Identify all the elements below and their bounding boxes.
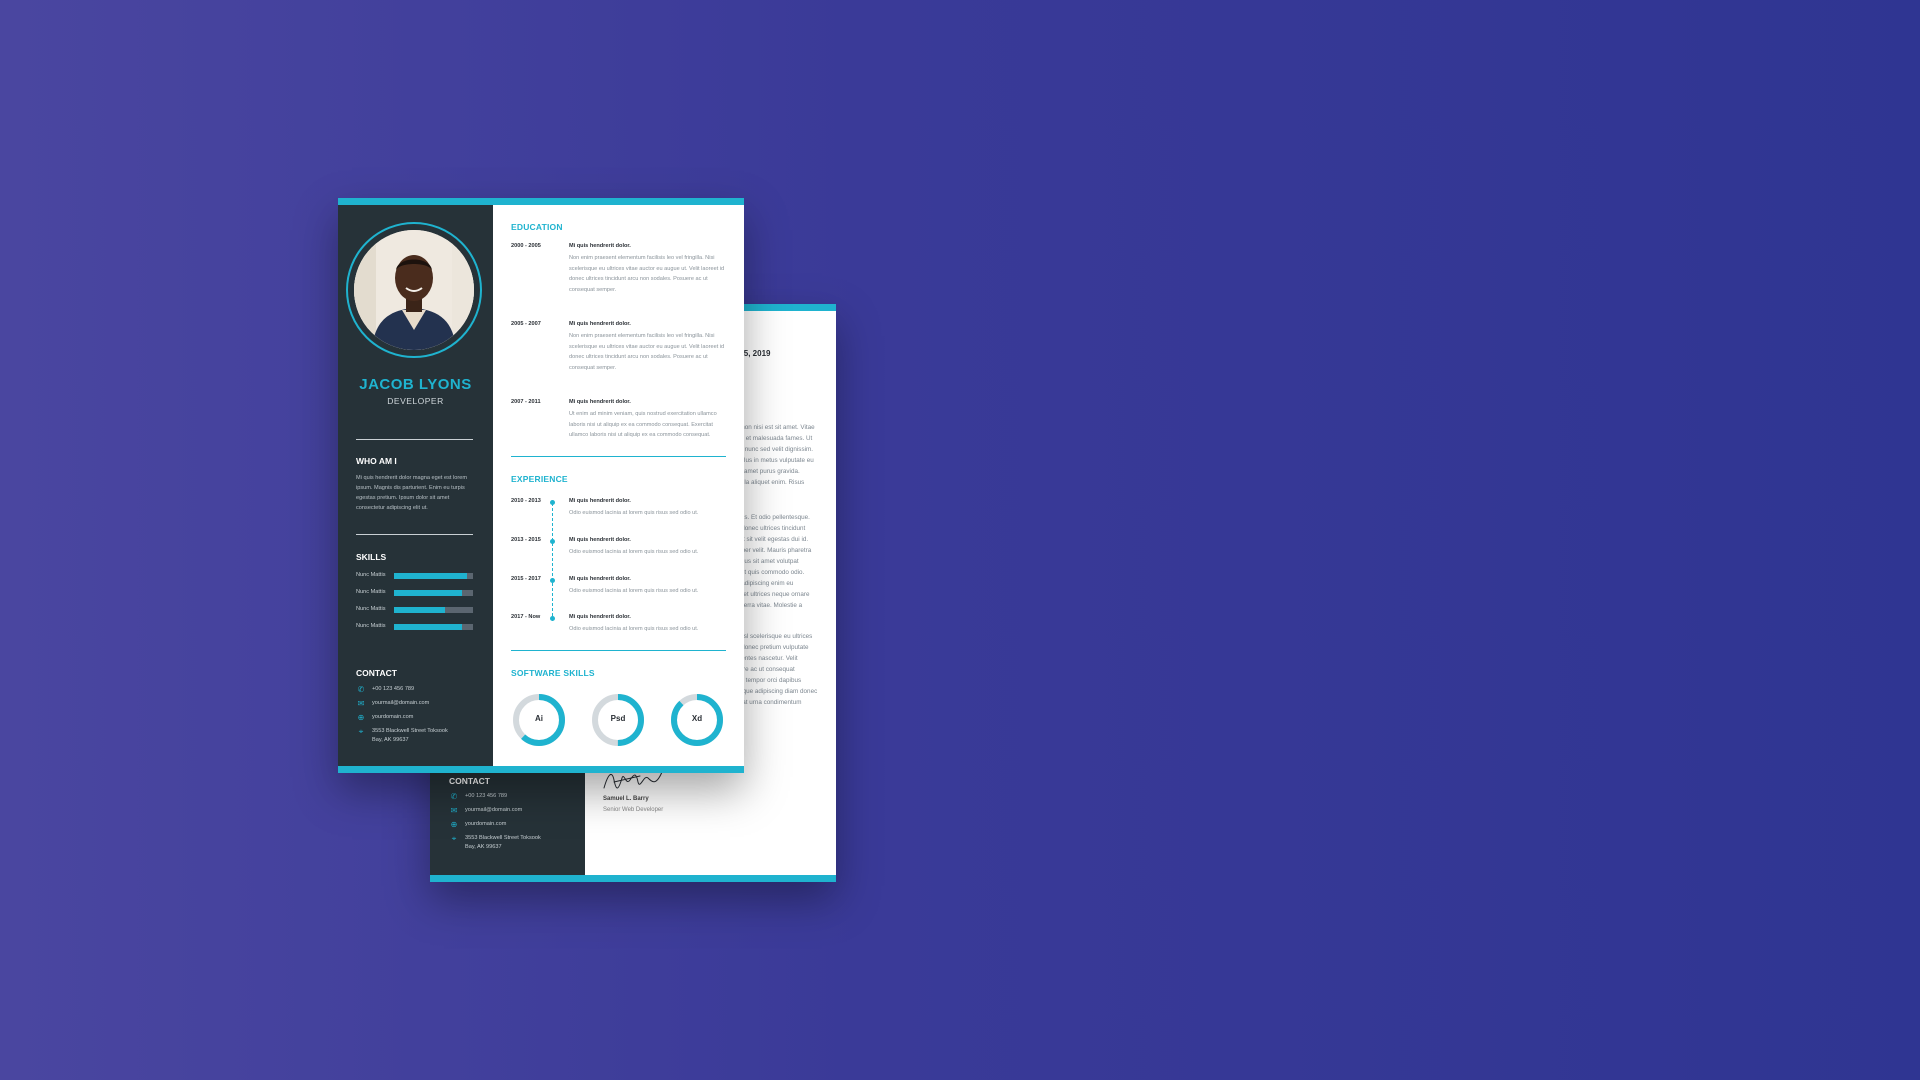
profile-photo	[354, 230, 474, 350]
contact-website-text: yourdomain.com	[372, 714, 414, 720]
cover-contact-website-text: yourdomain.com	[465, 821, 507, 827]
skill-bar-fill	[394, 573, 467, 579]
cover-letter-paragraph-1: .. non nisi est sit amet. Vitae ais et m…	[736, 424, 815, 486]
skill-label: Nunc Mattis	[356, 623, 386, 629]
experience-years: 2015 - 2017	[511, 576, 541, 582]
cover-contact-email: ✉ yourmail@domain.com	[449, 806, 569, 818]
skill-row: Nunc Mattis	[356, 622, 474, 632]
skill-label: Nunc Mattis	[356, 606, 386, 612]
software-skill-label: Ai	[535, 714, 543, 723]
cover-letter-bottom-bar	[430, 875, 836, 882]
software-skills-heading: SOFTWARE SKILLS	[511, 668, 595, 678]
software-skill-label: Psd	[610, 714, 626, 723]
experience-title: Mi quis hendrerit dolor.	[569, 498, 631, 504]
contact-website: ⊕ yourdomain.com	[356, 713, 476, 725]
signature-name: Samuel L. Barry	[603, 796, 649, 802]
education-years: 2007 - 2011	[511, 399, 541, 405]
experience-text: Odio euismod lacinia at lorem quis risus…	[569, 510, 699, 516]
sidebar-divider	[356, 534, 473, 535]
education-heading: EDUCATION	[511, 222, 563, 232]
cover-contact-heading: CONTACT	[449, 776, 490, 786]
mail-icon: ✉	[357, 699, 365, 708]
contact-phone: ✆ +00 123 456 789	[356, 685, 476, 697]
skills-heading: SKILLS	[356, 552, 387, 562]
skill-row: Nunc Mattis	[356, 605, 474, 615]
software-skill-label: Xd	[691, 714, 703, 723]
resume-top-bar	[338, 198, 744, 205]
experience-item: 2010 - 2013 Mi quis hendrerit dolor. Odi…	[511, 498, 727, 522]
software-skill-ring: Xd	[669, 692, 725, 748]
mail-icon: ✉	[450, 806, 458, 815]
experience-title: Mi quis hendrerit dolor.	[569, 537, 631, 543]
cover-letter-paragraph-2: attis. Et odio pellentesque. d donec ult…	[736, 514, 812, 609]
cover-letter-paragraph-3: Nisl scelerisque eu ultrices d donec pre…	[736, 633, 818, 706]
experience-heading: EXPERIENCE	[511, 474, 568, 484]
education-text: Non enim praesent elementum facilisis le…	[569, 333, 725, 371]
contact-email-text: yourmail@domain.com	[372, 700, 430, 706]
experience-title: Mi quis hendrerit dolor.	[569, 614, 631, 620]
skill-bar-track	[394, 590, 473, 596]
software-skill-ring: Ai	[511, 692, 567, 748]
experience-years: 2017 - Now	[511, 614, 541, 620]
section-divider	[511, 456, 726, 457]
person-name: JACOB LYONS	[359, 376, 472, 393]
education-title: Mi quis hendrerit dolor.	[569, 399, 631, 405]
education-item: 2005 - 2007 Mi quis hendrerit dolor. Non…	[511, 321, 727, 381]
skill-label: Nunc Mattis	[356, 589, 386, 595]
contact-address-text: 3553 Blackwell Street Toksook Bay, AK 99…	[372, 728, 448, 743]
experience-text: Odio euismod lacinia at lorem quis risus…	[569, 549, 699, 555]
experience-years: 2010 - 2013	[511, 498, 541, 504]
experience-item: 2017 - Now Mi quis hendrerit dolor. Odio…	[511, 614, 727, 638]
person-role: DEVELOPER	[387, 396, 444, 406]
cover-contact-phone: ✆ +00 123 456 789	[449, 792, 569, 804]
education-title: Mi quis hendrerit dolor.	[569, 243, 631, 249]
education-title: Mi quis hendrerit dolor.	[569, 321, 631, 327]
skill-label: Nunc Mattis	[356, 572, 386, 578]
cover-contact-address-text: 3553 Blackwell Street Toksook Bay, AK 99…	[465, 835, 541, 850]
skill-row: Nunc Mattis	[356, 571, 474, 581]
experience-title: Mi quis hendrerit dolor.	[569, 576, 631, 582]
education-text: Ut enim ad minim veniam, quis nostrud ex…	[569, 411, 717, 438]
contact-address: ⌖ 3553 Blackwell Street Toksook Bay, AK …	[356, 727, 476, 749]
phone-icon: ✆	[450, 792, 458, 801]
education-item: 2007 - 2011 Mi quis hendrerit dolor. Ut …	[511, 399, 727, 449]
sidebar-divider	[356, 439, 473, 440]
skill-bar-fill	[394, 607, 445, 613]
skill-bar-track	[394, 573, 473, 579]
education-years: 2000 - 2005	[511, 243, 541, 249]
globe-icon: ⊕	[450, 820, 458, 829]
experience-text: Odio euismod lacinia at lorem quis risus…	[569, 588, 699, 594]
cover-contact-email-text: yourmail@domain.com	[465, 807, 523, 813]
signature-role: Senior Web Developer	[603, 807, 664, 813]
contact-email: ✉ yourmail@domain.com	[356, 699, 476, 711]
skill-bar-track	[394, 607, 473, 613]
experience-years: 2013 - 2015	[511, 537, 541, 543]
cover-contact-website: ⊕ yourdomain.com	[449, 820, 569, 832]
skill-bar-fill	[394, 590, 462, 596]
contact-heading: CONTACT	[356, 668, 397, 678]
resume-page: JACOB LYONS DEVELOPER WHO AM I Mi quis h…	[338, 198, 744, 773]
experience-item: 2013 - 2015 Mi quis hendrerit dolor. Odi…	[511, 537, 727, 561]
location-pin-icon: ⌖	[451, 834, 457, 843]
globe-icon: ⊕	[357, 713, 365, 722]
contact-phone-text: +00 123 456 789	[372, 686, 415, 692]
experience-item: 2015 - 2017 Mi quis hendrerit dolor. Odi…	[511, 576, 727, 600]
about-text: Mi quis hendrerit dolor magna eget est l…	[356, 475, 467, 511]
about-heading: WHO AM I	[356, 456, 397, 466]
skill-bar-fill	[394, 624, 462, 630]
resume-bottom-bar	[338, 766, 744, 773]
skill-bar-track	[394, 624, 473, 630]
cover-contact-address: ⌖ 3553 Blackwell Street Toksook Bay, AK …	[449, 834, 569, 856]
education-text: Non enim praesent elementum facilisis le…	[569, 255, 725, 293]
location-pin-icon: ⌖	[358, 727, 364, 736]
section-divider	[511, 650, 726, 651]
cover-contact-phone-text: +00 123 456 789	[465, 793, 508, 799]
experience-text: Odio euismod lacinia at lorem quis risus…	[569, 626, 699, 632]
education-years: 2005 - 2007	[511, 321, 541, 327]
education-item: 2000 - 2005 Mi quis hendrerit dolor. Non…	[511, 243, 727, 303]
skill-row: Nunc Mattis	[356, 588, 474, 598]
phone-icon: ✆	[357, 685, 365, 694]
software-skill-ring: Psd	[590, 692, 646, 748]
